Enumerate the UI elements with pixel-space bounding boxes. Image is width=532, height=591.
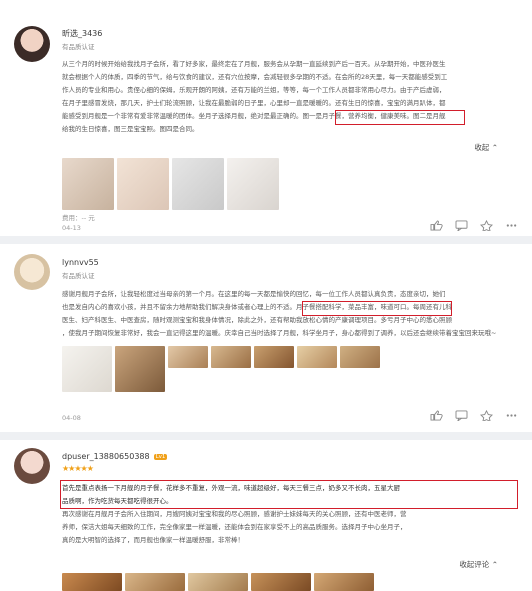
favorite-icon[interactable] bbox=[480, 220, 493, 231]
favorite-icon[interactable] bbox=[480, 410, 493, 421]
collapse-link[interactable]: 收起评论 ⌃ bbox=[459, 559, 498, 570]
username[interactable]: 昕选_3436 bbox=[62, 28, 102, 39]
photo-strip bbox=[62, 346, 412, 392]
cost-meta: 费用：-- 元 bbox=[62, 214, 95, 222]
photo-thumbnail[interactable] bbox=[340, 346, 380, 368]
highlight-box bbox=[60, 480, 518, 509]
more-icon[interactable] bbox=[505, 220, 518, 231]
review-date: 04-13 bbox=[62, 224, 81, 232]
photo-thumbnail[interactable] bbox=[297, 346, 337, 368]
photo-thumbnail[interactable] bbox=[62, 346, 112, 392]
photo-thumbnail[interactable] bbox=[168, 346, 208, 368]
photo-thumbnail[interactable] bbox=[125, 573, 185, 591]
photo-thumbnail[interactable] bbox=[117, 158, 169, 210]
highlight-box bbox=[302, 301, 452, 316]
photo-strip bbox=[62, 158, 279, 210]
collapse-link[interactable]: 收起 ⌃ bbox=[474, 142, 498, 153]
more-icon[interactable] bbox=[505, 410, 518, 421]
section-divider bbox=[0, 236, 532, 244]
review-actions bbox=[430, 220, 518, 231]
certification-label: 有品质认证 bbox=[62, 272, 95, 280]
photo-thumbnail[interactable] bbox=[62, 158, 114, 210]
chevron-up-icon: ⌃ bbox=[491, 560, 498, 569]
user-avatar[interactable] bbox=[14, 26, 50, 62]
review-card: 昕选_3436 有品质认证 从三个月的时候开始给我找月子会所，看了好多家，最终定… bbox=[0, 0, 532, 232]
review-page: 昕选_3436 有品质认证 从三个月的时候开始给我找月子会所，看了好多家，最终定… bbox=[0, 0, 532, 591]
photo-thumbnail[interactable] bbox=[172, 158, 224, 210]
user-avatar[interactable] bbox=[14, 448, 50, 484]
highlight-box bbox=[335, 110, 465, 125]
thumbs-up-icon[interactable] bbox=[430, 410, 443, 421]
review-date: 04-08 bbox=[62, 414, 81, 422]
comment-icon[interactable] bbox=[455, 220, 468, 231]
photo-thumbnail[interactable] bbox=[314, 573, 374, 591]
thumbs-up-icon[interactable] bbox=[430, 220, 443, 231]
username[interactable]: dpuser_13880650388 Lv1 bbox=[62, 452, 168, 461]
review-card: dpuser_13880650388 Lv1 ★★★★★ 首先是重点表扬一下月舰的… bbox=[0, 442, 532, 591]
photo-thumbnail[interactable] bbox=[251, 573, 311, 591]
chevron-up-icon: ⌃ bbox=[491, 143, 498, 152]
photo-thumbnail[interactable] bbox=[254, 346, 294, 368]
photo-strip bbox=[62, 573, 374, 591]
rating-stars: ★★★★★ bbox=[62, 464, 94, 473]
user-avatar[interactable] bbox=[14, 254, 50, 290]
certification-label: 有品质认证 bbox=[62, 43, 95, 51]
review-card: lynnvv55 有品质认证 感谢月舰月子会所，让我轻松度过当母亲的第一个月。在… bbox=[0, 246, 532, 436]
photo-thumbnail[interactable] bbox=[227, 158, 279, 210]
photo-thumbnail[interactable] bbox=[62, 573, 122, 591]
photo-thumbnail[interactable] bbox=[115, 346, 165, 392]
photo-thumbnail[interactable] bbox=[188, 573, 248, 591]
photo-thumbnail[interactable] bbox=[211, 346, 251, 368]
review-actions bbox=[430, 410, 518, 421]
section-divider bbox=[0, 432, 532, 440]
comment-icon[interactable] bbox=[455, 410, 468, 421]
level-badge: Lv1 bbox=[153, 454, 168, 460]
username[interactable]: lynnvv55 bbox=[62, 258, 99, 267]
